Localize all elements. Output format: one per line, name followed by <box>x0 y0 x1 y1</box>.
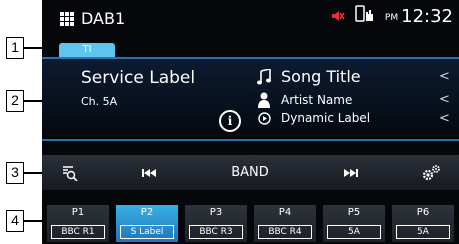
preset-number: P2 <box>140 207 154 218</box>
song-title-chevron-icon[interactable]: < <box>439 69 450 84</box>
service-label: Service Label <box>81 68 196 88</box>
band-button[interactable]: BAND <box>220 155 280 190</box>
source-header[interactable]: DAB1 <box>60 9 125 28</box>
preset-p6[interactable]: P6 5A <box>392 205 454 242</box>
phone-battery-icon <box>355 5 375 27</box>
dynamic-label-row: Dynamic Label <box>255 111 370 125</box>
artist-chevron-icon[interactable]: < <box>439 92 450 107</box>
clock-ampm: PM <box>384 13 399 23</box>
artist-row: Artist Name <box>255 92 352 108</box>
mute-icon <box>331 7 345 26</box>
preset-label: 5A <box>396 225 450 239</box>
search-list-icon[interactable] <box>58 155 82 190</box>
station-info-panel: Service Label Ch. 5A i Song Title Artist… <box>42 57 459 141</box>
artist-icon <box>255 92 273 108</box>
preset-label: 5A <box>327 225 381 239</box>
callout-2-leader <box>24 100 42 102</box>
preset-p3[interactable]: P3 BBC R3 <box>185 205 247 242</box>
status-area: PM 12:32 <box>331 5 453 27</box>
dynamic-label: Dynamic Label <box>281 111 371 125</box>
source-name: DAB1 <box>81 9 126 28</box>
preset-number: P4 <box>278 207 292 218</box>
dynamic-label-chevron-icon[interactable]: < <box>439 111 450 126</box>
song-title-row: Song Title <box>255 67 361 86</box>
preset-bar: P1 BBC R1 P2 S Label P3 BBC R3 P4 BBC R4… <box>42 205 459 242</box>
preset-label: BBC R3 <box>189 225 243 239</box>
preset-p5[interactable]: P5 5A <box>323 205 385 242</box>
preset-label: BBC R4 <box>258 225 312 239</box>
callout-2: 2 <box>6 90 24 112</box>
play-circle-icon <box>255 111 273 125</box>
song-title: Song Title <box>281 67 361 86</box>
preset-p2[interactable]: P2 S Label <box>116 205 178 242</box>
callout-4: 4 <box>6 210 24 232</box>
control-bar: BAND <box>42 155 459 190</box>
seek-forward-icon[interactable] <box>339 155 363 190</box>
clock-time: 12:32 <box>401 5 453 27</box>
dab-screen: DAB1 PM 12:32 TI Service Label Ch. 5A i <box>42 0 459 244</box>
settings-gears-icon[interactable] <box>418 155 444 190</box>
preset-label: BBC R1 <box>51 225 105 239</box>
ti-indicator: TI <box>59 43 115 57</box>
channel-label: Ch. 5A <box>81 95 118 108</box>
info-button[interactable]: i <box>219 110 241 132</box>
seek-back-icon[interactable] <box>137 155 161 190</box>
music-note-icon <box>255 68 273 85</box>
callout-1: 1 <box>6 37 24 59</box>
callout-3: 3 <box>6 162 24 184</box>
preset-label: S Label <box>120 225 174 239</box>
preset-number: P5 <box>347 207 361 218</box>
preset-number: P1 <box>71 207 85 218</box>
preset-number: P6 <box>416 207 430 218</box>
preset-number: P3 <box>209 207 223 218</box>
grid-menu-icon[interactable] <box>60 11 74 26</box>
artist-name: Artist Name <box>281 93 353 107</box>
preset-p1[interactable]: P1 BBC R1 <box>47 205 109 242</box>
callout-3-leader <box>24 172 42 174</box>
preset-p4[interactable]: P4 BBC R4 <box>254 205 316 242</box>
callout-4-leader <box>24 220 42 222</box>
